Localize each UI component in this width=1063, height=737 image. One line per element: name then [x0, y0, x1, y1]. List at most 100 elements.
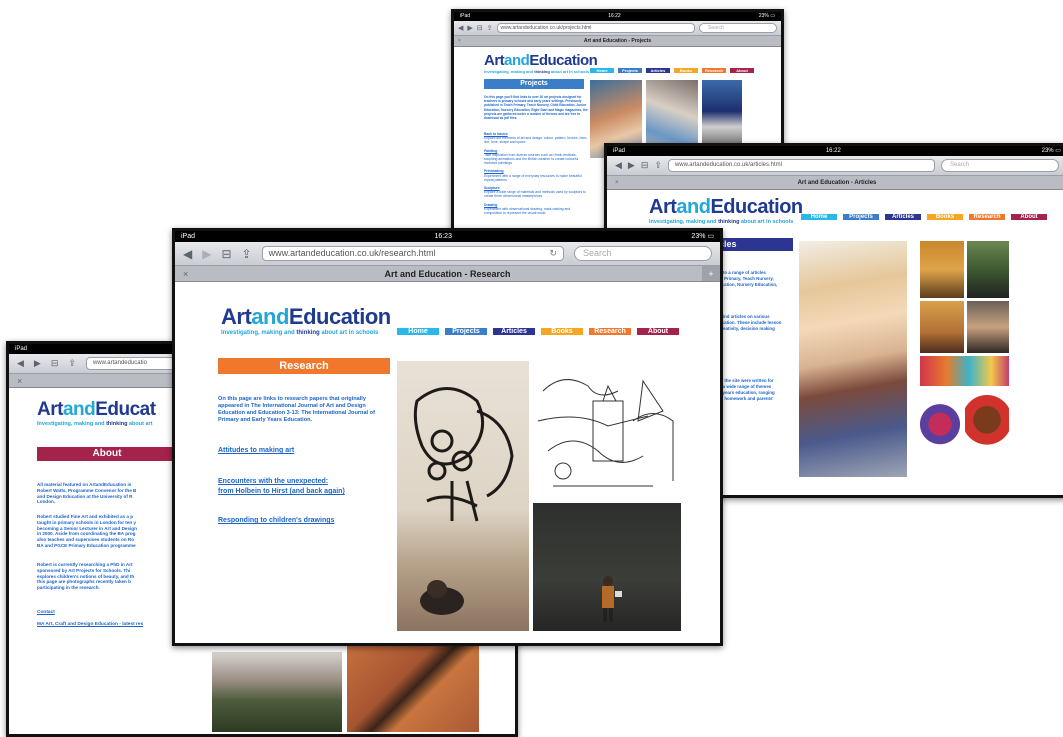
nav-books[interactable]: Books — [927, 214, 963, 220]
close-tab-icon[interactable]: × — [458, 38, 461, 44]
clock: 16:22 — [825, 148, 841, 154]
logo-and: and — [504, 52, 530, 69]
nav-articles[interactable]: Articles — [646, 68, 670, 73]
clock: 16:22 — [608, 13, 621, 19]
tab-title[interactable]: Art and Education - Research — [384, 269, 510, 279]
clock: 16:23 — [434, 233, 452, 240]
mural-drawing-photo — [397, 361, 529, 631]
site-logo[interactable]: ArtandEducat Investigating, making and t… — [37, 399, 156, 427]
share-icon[interactable]: ⇪ — [242, 247, 252, 261]
device-label: iPad — [181, 233, 196, 240]
logo-education: Educat — [95, 399, 156, 420]
tagline-bold: thinking — [106, 421, 128, 427]
browser-toolbar: ◀ ▶ ⊟ ⇪ www.artandeducation.co.uk/projec… — [454, 21, 781, 36]
forward-icon[interactable]: ▶ — [628, 160, 635, 171]
search-field[interactable]: Search — [699, 22, 777, 34]
logo-art: Art — [221, 304, 252, 329]
site-logo[interactable]: ArtandEducation Investigating, making an… — [484, 52, 598, 74]
tagline-post: about art in schools — [319, 330, 379, 336]
tagline-post: about art in schools — [739, 219, 794, 225]
share-icon[interactable]: ⇪ — [68, 358, 76, 369]
research-link[interactable]: Responding to children's drawings — [218, 517, 334, 524]
ma-link[interactable]: MA Art, Craft and Design Education - lat… — [37, 622, 143, 627]
bookmarks-icon[interactable]: ⊟ — [51, 358, 59, 369]
tagline-bold: thinking — [534, 69, 550, 74]
back-icon[interactable]: ◀ — [615, 160, 622, 171]
nav-books[interactable]: Books — [674, 68, 698, 73]
nav-research[interactable]: Research — [589, 328, 631, 335]
search-field[interactable]: Search — [574, 245, 712, 262]
url-text: www.artandeducation.co.uk/articles.html — [674, 162, 782, 169]
nav-home[interactable]: Home — [590, 68, 614, 73]
thumb-6 — [920, 389, 960, 477]
share-icon[interactable]: ⇪ — [487, 24, 493, 32]
reload-icon[interactable]: ↻ — [549, 248, 557, 259]
forward-icon[interactable]: ▶ — [202, 247, 211, 261]
research-link[interactable]: Attitudes to making art — [218, 447, 294, 454]
tagline-pre: Investigating, making and — [649, 219, 719, 225]
section-text: Take inspiration from diverse sources su… — [484, 152, 579, 166]
nav-about[interactable]: About — [1011, 214, 1047, 220]
tab-title[interactable]: Art and Education - Projects — [584, 38, 651, 44]
research-page-screenshot: iPad 16:23 23% ▭ ◀ ▶ ⊟ ⇪ www.artandeduca… — [172, 228, 723, 646]
bookmarks-icon[interactable]: ⊟ — [221, 247, 231, 261]
tab-bar: × Art and Education - Projects — [454, 36, 781, 47]
projects-sections: Back to basics Explore the elements of a… — [484, 132, 588, 215]
search-placeholder: Search — [708, 24, 724, 31]
nav-home[interactable]: Home — [801, 214, 837, 220]
nav-about[interactable]: About — [730, 68, 754, 73]
nav-about[interactable]: About — [637, 328, 679, 335]
nav-books[interactable]: Books — [541, 328, 583, 335]
site-logo[interactable]: ArtandEducation Investigating, making an… — [649, 196, 803, 225]
back-icon[interactable]: ◀ — [458, 24, 463, 32]
sketch-drawing-photo — [533, 361, 681, 499]
back-icon[interactable]: ◀ — [17, 358, 24, 369]
nav-home[interactable]: Home — [397, 328, 439, 335]
site-logo[interactable]: ArtandEducation Investigating, making an… — [221, 304, 391, 336]
bookmarks-icon[interactable]: ⊟ — [477, 24, 483, 32]
contact-link[interactable]: Contact — [37, 610, 55, 615]
nav-projects[interactable]: Projects — [843, 214, 879, 220]
mural-sketch — [413, 387, 514, 615]
tagline-post: about art — [129, 421, 153, 427]
browser-toolbar: ◀ ▶ ⊟ ⇪ www.artandeducation.co.uk/articl… — [607, 156, 1063, 176]
logo-art: Art — [37, 399, 63, 420]
nav-research[interactable]: Research — [702, 68, 726, 73]
brick-wall-photo — [347, 646, 479, 732]
thumb-5 — [920, 356, 1009, 386]
main-nav: Home Projects Articles Books Research Ab… — [397, 328, 679, 335]
nav-articles[interactable]: Articles — [885, 214, 921, 220]
thumb-1 — [920, 241, 964, 298]
forward-icon[interactable]: ▶ — [467, 24, 472, 32]
nav-projects[interactable]: Projects — [618, 68, 642, 73]
close-tab-icon[interactable]: × — [183, 269, 188, 279]
back-icon[interactable]: ◀ — [183, 247, 192, 261]
close-tab-icon[interactable]: × — [615, 180, 619, 186]
nav-articles[interactable]: Articles — [493, 328, 535, 335]
logo-and: and — [676, 196, 711, 218]
about-paragraph-1: All material featured on ArtandEducation… — [37, 482, 137, 505]
address-bar[interactable]: www.artandeducation.co.uk/articles.html — [667, 158, 935, 173]
articles-text-3: of the site were written for e a wide ra… — [719, 378, 775, 401]
main-nav: Home Projects Articles Books Research Ab… — [801, 214, 1047, 220]
logo-education: Education — [288, 304, 391, 329]
research-link[interactable]: Encounters with the unexpected: from Hol… — [218, 477, 393, 497]
tab-title[interactable]: Art and Education - Articles — [798, 180, 877, 186]
address-bar[interactable]: www.artandeducation.co.uk/projects.html — [496, 22, 695, 34]
tagline-bold: thinking — [718, 219, 740, 225]
nav-research[interactable]: Research — [969, 214, 1005, 220]
new-tab-icon[interactable]: + — [702, 266, 720, 281]
thumb-2 — [967, 241, 1009, 298]
logo-and: and — [251, 304, 289, 329]
url-text: www.artandeducation.co.uk/projects.html — [500, 24, 592, 31]
forward-icon[interactable]: ▶ — [34, 358, 41, 369]
share-icon[interactable]: ⇪ — [654, 160, 662, 171]
battery-indicator: 23% ▭ — [691, 233, 714, 240]
address-bar[interactable]: www.artandeducation.co.uk/research.html … — [261, 245, 564, 262]
nav-projects[interactable]: Projects — [445, 328, 487, 335]
bookmarks-icon[interactable]: ⊟ — [641, 160, 649, 171]
articles-text-1: u to a range of articles h, Primary, Tea… — [719, 270, 778, 287]
close-tab-icon[interactable]: × — [17, 376, 22, 386]
search-field[interactable]: Search — [941, 158, 1059, 173]
gallery-child-photo — [533, 503, 681, 631]
